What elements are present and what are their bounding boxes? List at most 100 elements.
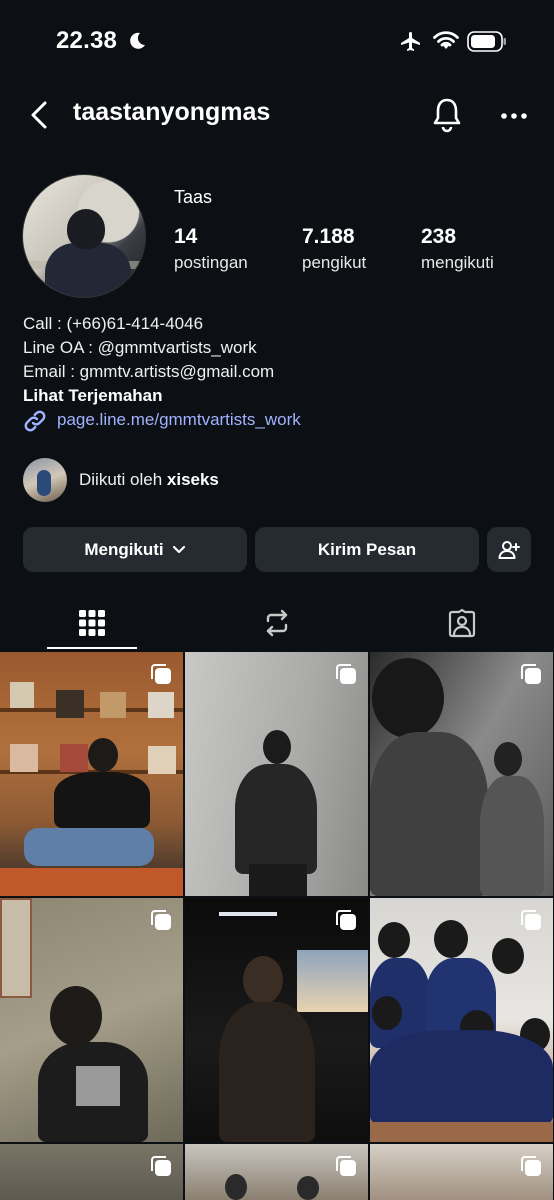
profile-avatar[interactable]: [22, 174, 146, 298]
followed-by-text: Diikuti oleh xiseks: [79, 470, 219, 490]
avatar-photo-detail: [67, 209, 105, 249]
tab-tagged[interactable]: [370, 596, 554, 650]
photo-detail: [100, 692, 126, 718]
active-tab-indicator: [47, 647, 137, 649]
post-thumbnail[interactable]: [370, 1144, 553, 1200]
post-thumbnail[interactable]: [370, 652, 553, 896]
photo-detail: [370, 1030, 553, 1124]
carousel-icon: [151, 1156, 171, 1176]
photo-detail: [88, 738, 118, 772]
bell-icon[interactable]: [430, 96, 464, 134]
profile-header: taastanyongmas: [0, 84, 554, 148]
carousel-icon: [521, 664, 541, 684]
translate-link[interactable]: Lihat Terjemahan: [23, 384, 274, 408]
carousel-icon: [521, 1156, 541, 1176]
photo-detail: [148, 746, 176, 774]
photo-detail: [0, 898, 32, 998]
stat-following[interactable]: 238 mengikuti: [421, 225, 494, 273]
photo-detail: [372, 996, 402, 1030]
photo-detail: [225, 1174, 247, 1200]
followed-by-name: xiseks: [166, 470, 219, 489]
photo-detail: [372, 658, 444, 738]
followed-by[interactable]: Diikuti oleh xiseks: [23, 457, 423, 503]
post-thumbnail[interactable]: [0, 652, 183, 896]
photo-detail: [219, 1002, 315, 1142]
post-thumbnail[interactable]: [0, 1144, 183, 1200]
status-time: 22.38: [56, 27, 118, 54]
chevron-down-icon: [172, 545, 185, 553]
more-horizontal-icon[interactable]: [498, 102, 530, 130]
moon-icon: [130, 32, 145, 49]
battery-icon: [467, 31, 506, 52]
photo-detail: [243, 956, 283, 1004]
grid-icon: [79, 610, 105, 636]
carousel-icon: [336, 1156, 356, 1176]
tagged-icon: [448, 608, 476, 638]
photo-detail: [249, 864, 307, 896]
following-label: Mengikuti: [84, 539, 164, 559]
follower-avatar: [23, 458, 67, 502]
stat-value: 238: [421, 225, 457, 248]
following-button[interactable]: Mengikuti: [23, 527, 247, 572]
photo-detail: [148, 692, 174, 718]
airplane-icon: [401, 32, 420, 51]
stat-value: 7.188: [302, 225, 355, 248]
stat-label: postingan: [174, 253, 248, 272]
followed-by-prefix: Diikuti oleh: [79, 470, 163, 489]
profile-tabs: [0, 596, 554, 650]
status-bar: 22.38: [0, 0, 554, 84]
bio: Call : (+66)61-414-4046 Line OA : @gmmtv…: [23, 312, 274, 408]
photo-detail: [54, 772, 150, 828]
stat-followers[interactable]: 7.188 pengikut: [302, 225, 366, 273]
message-button[interactable]: Kirim Pesan: [255, 527, 479, 572]
photo-detail: [76, 1066, 120, 1106]
stat-posts[interactable]: 14 postingan: [174, 225, 248, 273]
tab-reposts[interactable]: [185, 596, 369, 650]
photo-detail: [263, 730, 291, 764]
photo-detail: [0, 868, 183, 896]
bio-line: Email : gmmtv.artists@gmail.com: [23, 362, 275, 381]
post-thumbnail[interactable]: [185, 898, 368, 1142]
photo-detail: [60, 744, 88, 772]
photo-detail: [494, 742, 522, 776]
photo-detail: [56, 690, 84, 718]
photo-detail: [480, 776, 544, 896]
photo-detail: [235, 764, 317, 874]
photo-detail: [378, 922, 410, 958]
carousel-icon: [151, 664, 171, 684]
wifi-icon: [433, 31, 459, 49]
carousel-icon: [521, 910, 541, 930]
bio-line: Line OA : @gmmtvartists_work: [23, 338, 257, 357]
post-thumbnail[interactable]: [185, 1144, 368, 1200]
suggest-people-button[interactable]: [487, 527, 531, 572]
photo-detail: [24, 828, 154, 866]
post-thumbnail[interactable]: [185, 652, 368, 896]
stat-label: pengikut: [302, 253, 367, 272]
carousel-icon: [151, 910, 171, 930]
message-label: Kirim Pesan: [317, 539, 417, 559]
chevron-left-icon[interactable]: [27, 99, 53, 131]
tab-posts[interactable]: [0, 596, 184, 650]
stat-value: 14: [174, 225, 198, 248]
stat-label: mengikuti: [421, 253, 494, 272]
photo-detail: [10, 744, 38, 772]
photo-detail: [297, 950, 368, 1012]
profile-link-text[interactable]: page.line.me/gmmtvartists_work: [57, 410, 301, 430]
bio-line: Call : (+66)61-414-4046: [23, 314, 204, 333]
link-icon: [24, 410, 46, 432]
photo-detail: [434, 920, 468, 958]
person-add-icon: [498, 540, 520, 559]
post-thumbnail[interactable]: [370, 898, 553, 1142]
photo-detail: [370, 732, 488, 896]
photo-detail: [297, 1176, 319, 1200]
avatar-photo-detail: [45, 243, 131, 297]
photo-detail: [50, 986, 102, 1046]
display-name: Taas: [174, 187, 213, 207]
repost-icon: [266, 609, 288, 637]
post-thumbnail[interactable]: [0, 898, 183, 1142]
carousel-icon: [336, 910, 356, 930]
photo-detail: [219, 912, 277, 916]
photo-detail: [10, 682, 34, 708]
photo-detail: [492, 938, 524, 974]
username-title: taastanyongmas: [73, 98, 271, 126]
